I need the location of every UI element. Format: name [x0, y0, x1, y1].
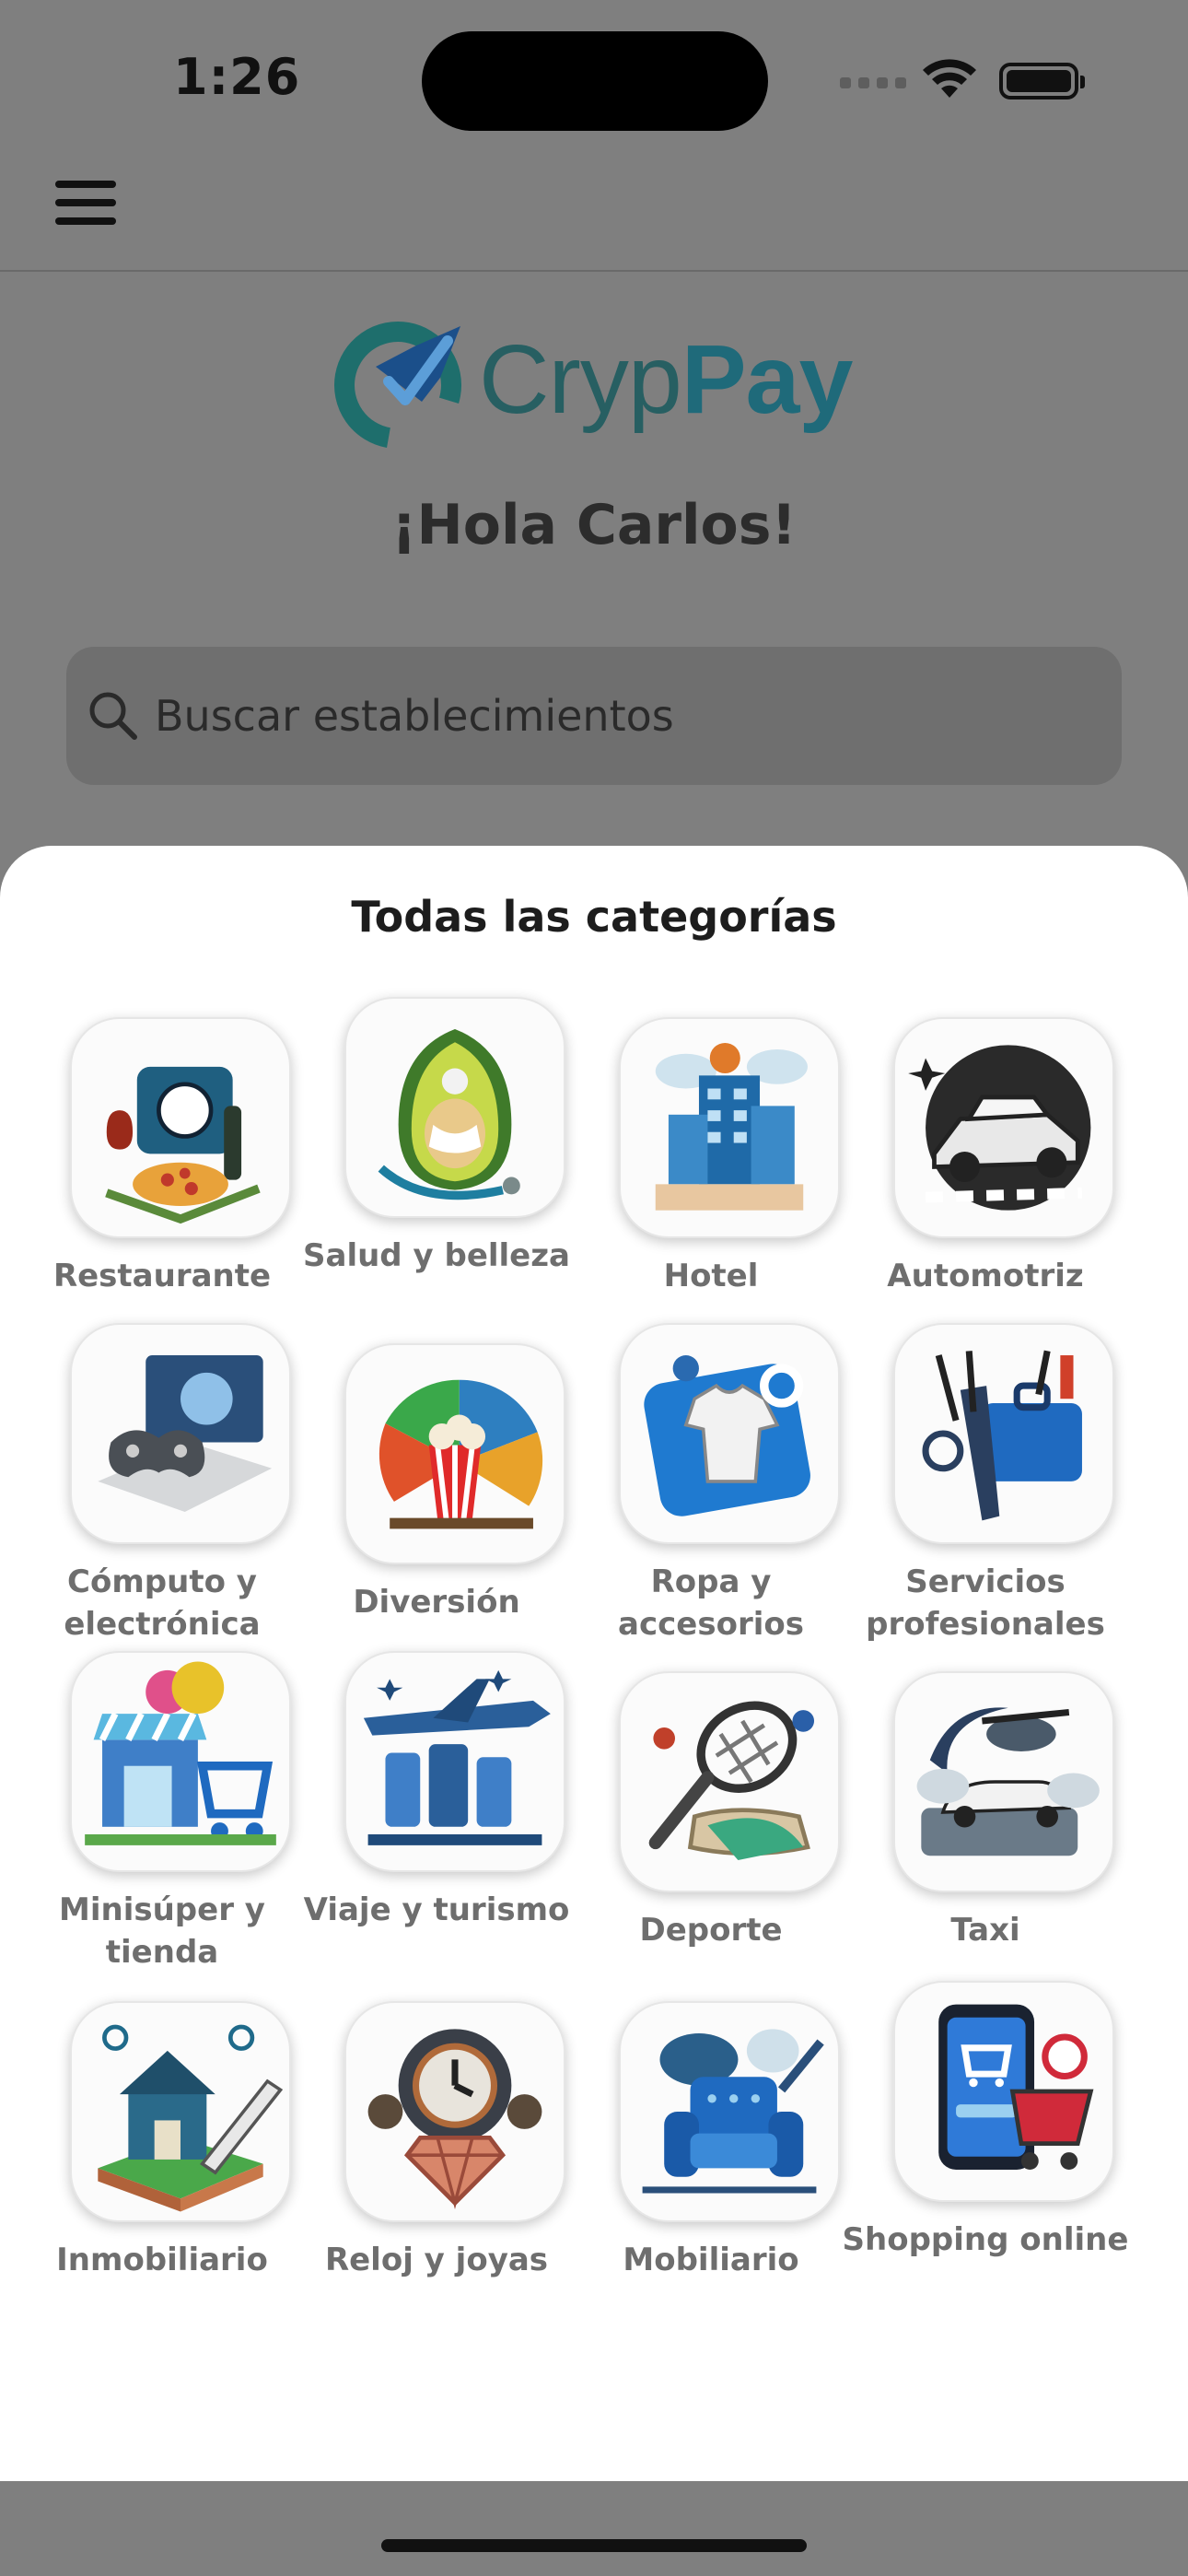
category-label: Hotel: [663, 1258, 759, 1294]
greeting: ¡Hola Carlos!: [391, 493, 797, 557]
category-label: Cómputo y electrónica: [64, 1563, 261, 1643]
home-indicator: [381, 2539, 807, 2552]
watch-jewelry-icon: [344, 2001, 565, 2222]
header-divider: [0, 270, 1188, 272]
sheet-title: Todas las categorías: [351, 892, 837, 942]
category-label: Inmobiliario: [56, 2242, 268, 2278]
clothing-icon: [619, 1323, 840, 1544]
category-label: Shopping online: [842, 2221, 1129, 2258]
category-label: Salud y belleza: [303, 1237, 570, 1274]
restaurant-icon: [70, 1017, 291, 1238]
briefcase-icon: [893, 1323, 1114, 1544]
category-label: Mobiliario: [623, 2242, 799, 2278]
search-bar[interactable]: Buscar establecimientos: [66, 647, 1122, 785]
health-beauty-icon: [344, 997, 565, 1218]
categories-sheet: Todas las categorías Restaurante Salud y…: [0, 846, 1188, 2481]
dynamic-island: [422, 31, 768, 131]
category-label: Diversión: [353, 1584, 520, 1621]
taxi-icon: [893, 1671, 1114, 1892]
sports-icon: [619, 1671, 840, 1892]
logo-check-icon: [334, 322, 462, 449]
cryppay-logo: CrypPay: [332, 313, 866, 451]
category-label: Reloj y joyas: [324, 2242, 549, 2278]
hotel-icon: [619, 1017, 840, 1238]
status-time: 1:26: [173, 48, 301, 106]
logo-text: CrypPay: [479, 325, 853, 434]
house-icon: [70, 2001, 291, 2222]
search-icon: [89, 692, 137, 740]
car-icon: [893, 1017, 1114, 1238]
travel-icon: [344, 1651, 565, 1872]
battery-icon: [999, 63, 1085, 100]
entertainment-icon: [344, 1343, 565, 1564]
category-label: Viaje y turismo: [303, 1891, 570, 1928]
status-bar: 1:26: [0, 0, 1188, 138]
armchair-icon: [619, 2001, 840, 2222]
search-input[interactable]: Buscar establecimientos: [155, 691, 674, 741]
wifi-icon: [923, 59, 976, 98]
category-label: Minisúper y tienda: [59, 1891, 265, 1971]
category-label: Servicios profesionales: [866, 1563, 1105, 1643]
cellular-signal-icon: [840, 76, 906, 88]
hamburger-menu-icon[interactable]: [55, 181, 118, 227]
category-label: Taxi: [950, 1912, 1020, 1949]
shopping-cart-icon: [893, 1981, 1114, 2202]
category-label: Restaurante: [52, 1258, 272, 1294]
category-label: Deporte: [639, 1912, 783, 1949]
store-icon: [70, 1651, 291, 1872]
category-label: Ropa y accesorios: [618, 1563, 804, 1643]
electronics-icon: [70, 1323, 291, 1544]
category-label: Automotriz: [887, 1258, 1084, 1294]
